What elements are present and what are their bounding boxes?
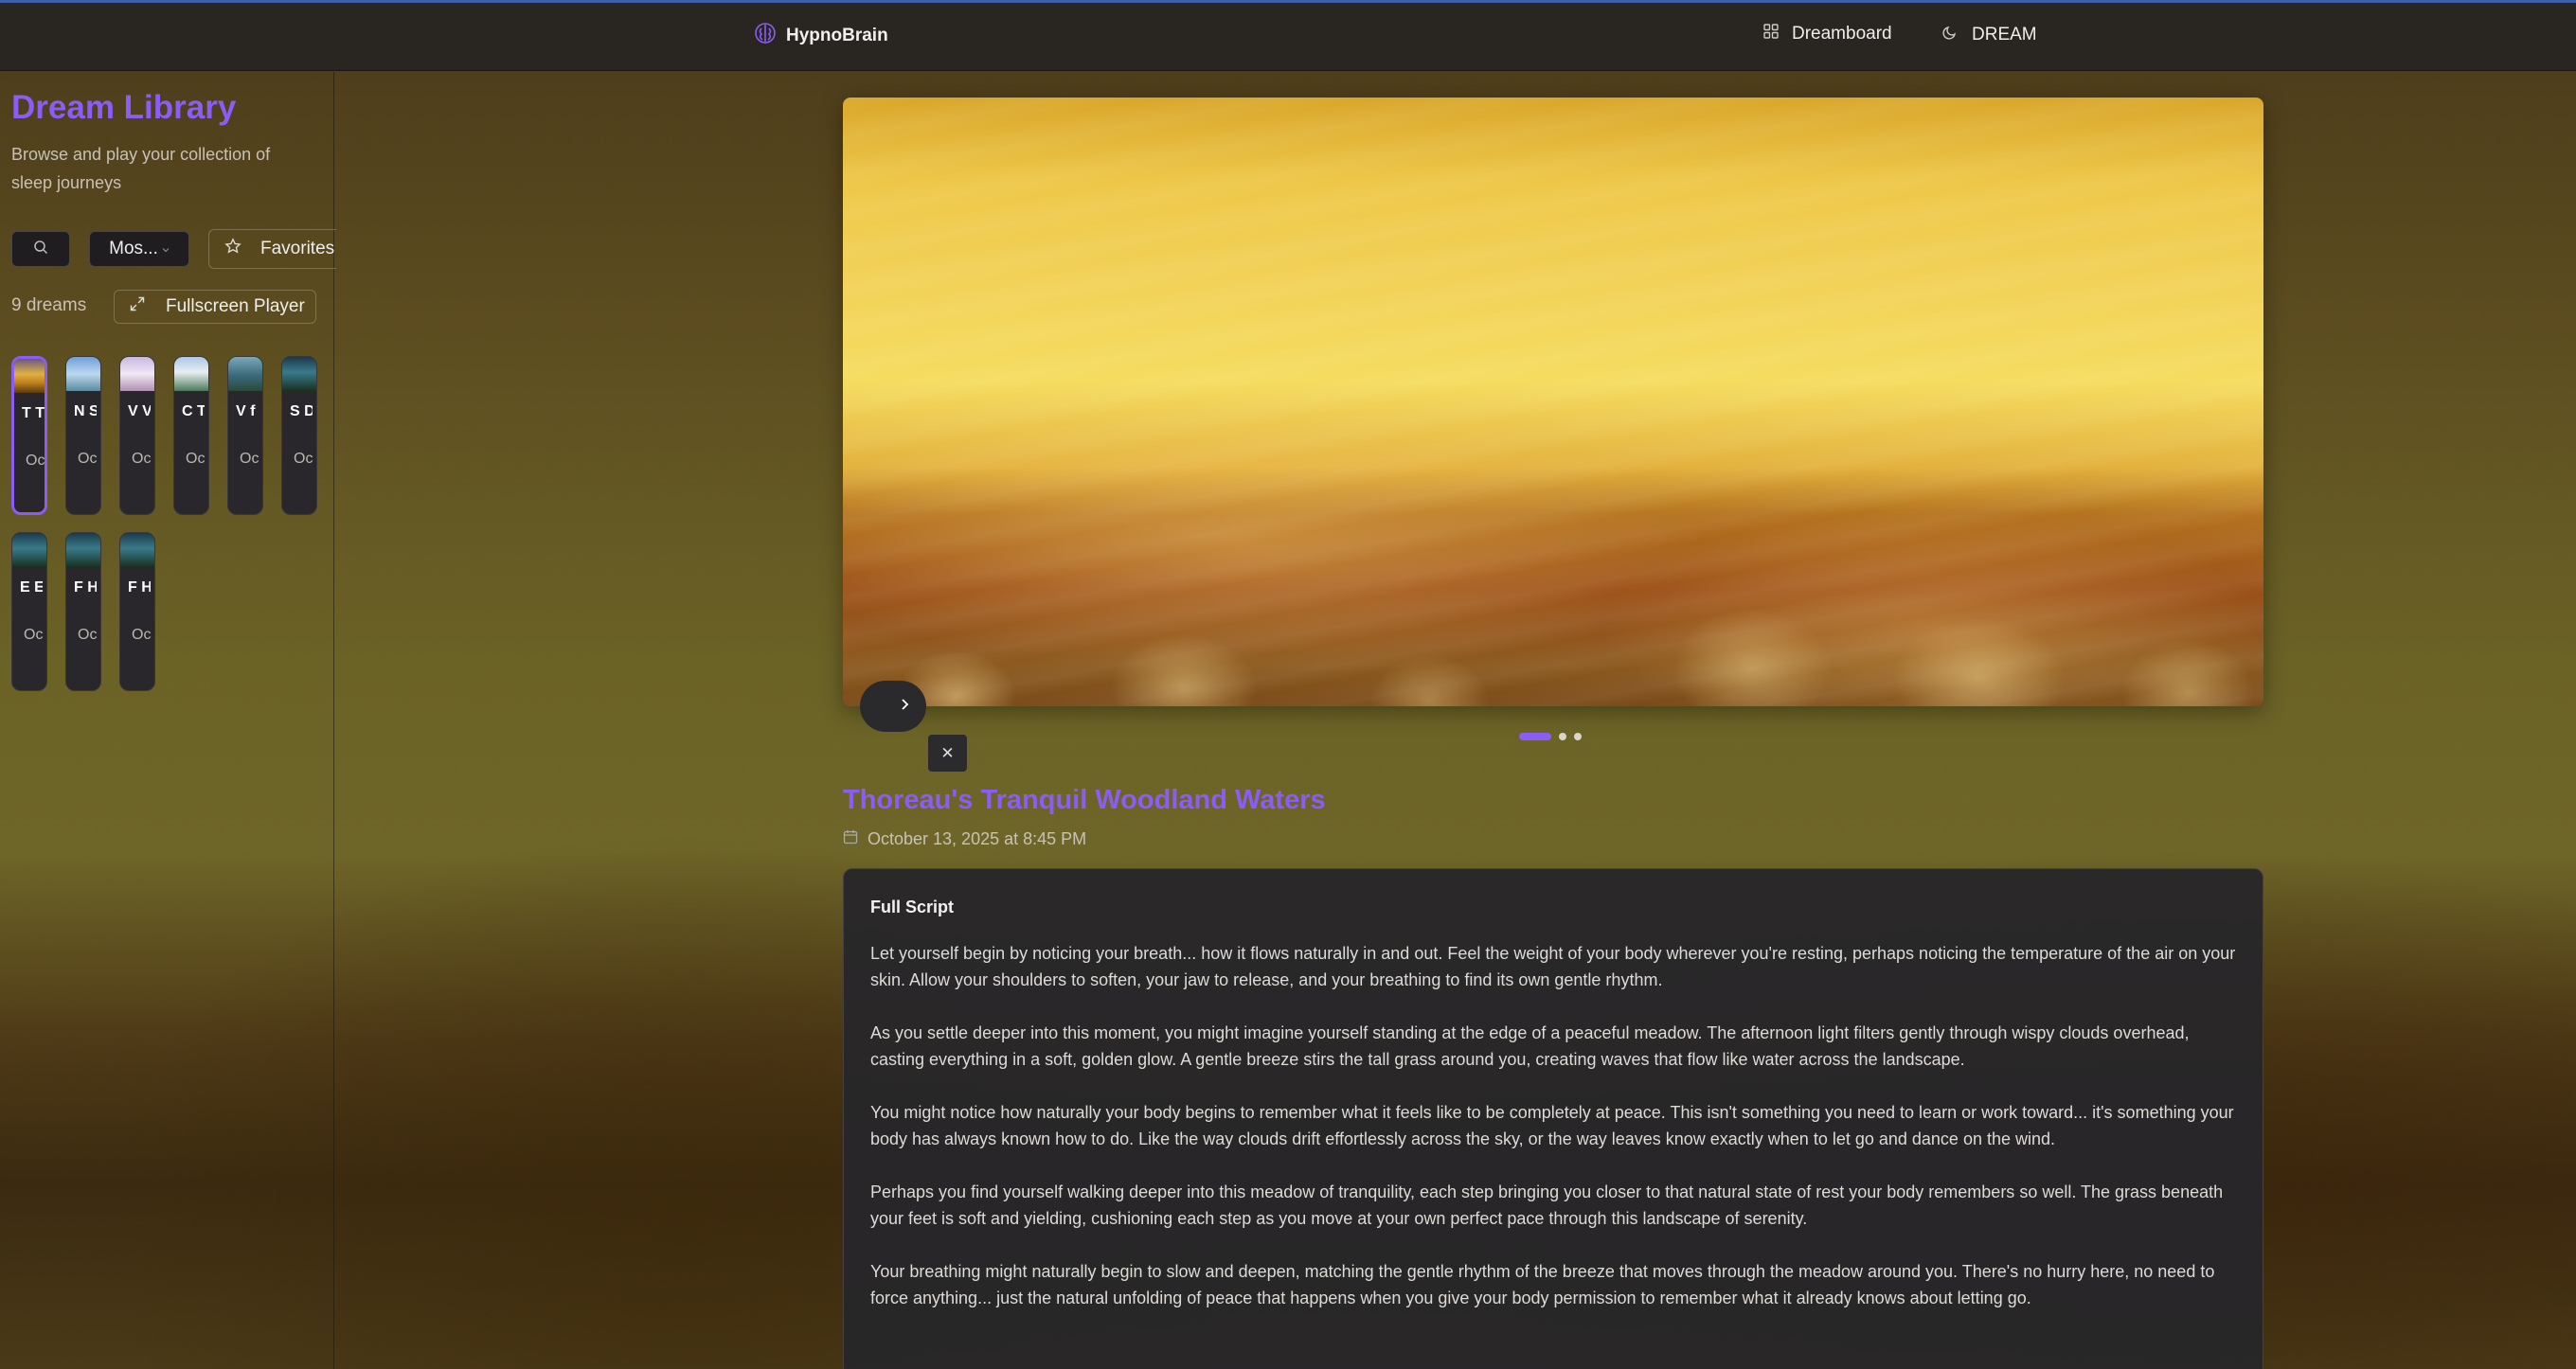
brand-name: HypnoBrain — [786, 25, 888, 45]
dream-library-sidebar: Dream Library Browse and play your colle… — [0, 72, 336, 1369]
sort-select[interactable]: Mos... — [89, 231, 189, 267]
nav-dream[interactable]: DREAM — [1941, 24, 2037, 46]
script-paragraph: Perhaps you find yourself walking deeper… — [870, 1182, 2224, 1228]
search-button[interactable] — [11, 231, 70, 267]
nav-dreamboard[interactable]: Dreamboard — [1763, 24, 1892, 44]
carousel-dot[interactable] — [1574, 733, 1582, 740]
dream-date: October 13, 2025 at 8:45 PM — [843, 829, 1086, 849]
dream-image-carousel[interactable] — [843, 98, 2263, 706]
library-title: Dream Library — [11, 89, 237, 126]
dream-card[interactable]: V f Oc 13 20 — [227, 356, 263, 515]
dream-date-text: October 13, 2025 at 8:45 PM — [868, 829, 1087, 848]
dream-card-date: Oc 13 20 — [294, 451, 316, 467]
dream-card-date: Oc 13 20 — [24, 627, 46, 643]
brand-logo[interactable]: HypnoBrain — [754, 22, 888, 49]
dream-card-title: C T — [182, 403, 205, 419]
script-paragraph: Let yourself begin by noticing your brea… — [870, 944, 2236, 989]
dream-card[interactable]: V V Oc 13 20 — [119, 356, 155, 515]
dream-card-title: E E — [20, 579, 43, 596]
carousel-indicators — [1519, 733, 1582, 740]
chevron-down-icon — [162, 239, 170, 259]
script-paragraph: You might notice how naturally your body… — [870, 1103, 2234, 1148]
expand-icon — [130, 296, 145, 317]
dream-card-date: Oc 13 20 — [132, 451, 154, 467]
dream-card-thumbnail — [12, 533, 46, 567]
script-paragraphs: Let yourself begin by noticing your brea… — [870, 940, 2236, 1311]
favorites-filter-button[interactable]: Favorites — [208, 229, 336, 269]
favorites-label: Favorites — [260, 239, 335, 258]
nav-dreamboard-label: Dreamboard — [1792, 24, 1892, 44]
carousel-next-button[interactable] — [860, 681, 926, 732]
library-subtitle: Browse and play your collection of sleep… — [11, 145, 271, 192]
dream-card[interactable]: E E Oc 13 20 — [11, 532, 47, 691]
calendar-icon — [843, 829, 858, 849]
dream-card[interactable]: F H Oc 13 20 — [119, 532, 155, 691]
search-icon — [33, 240, 48, 259]
dream-card-title: N S — [74, 403, 97, 419]
dream-card-date: Oc 13 20 — [240, 451, 262, 467]
dream-card-thumbnail — [120, 533, 154, 567]
dream-card-thumbnail — [66, 357, 100, 391]
dream-card-date: Oc 13 20 — [78, 627, 100, 643]
star-icon — [224, 238, 242, 260]
dream-card-title: F H — [128, 579, 151, 596]
top-navigation-bar: HypnoBrain Dreamboard DREAM — [0, 3, 2576, 71]
nav-dream-label: DREAM — [1972, 25, 2037, 44]
dream-card-title: T T — [22, 405, 45, 421]
dream-card[interactable]: C T Oc 13 20 — [173, 356, 209, 515]
script-paragraph: Your breathing might naturally begin to … — [870, 1262, 2215, 1307]
dream-card[interactable]: S D Oc 13 20 — [281, 356, 317, 515]
dream-card-title: S D — [290, 403, 313, 419]
dream-card-title: F H — [74, 579, 97, 596]
fullscreen-player-label: Fullscreen Player — [166, 296, 305, 316]
chevron-right-icon — [896, 696, 913, 718]
full-script-panel: Full Script Let yourself begin by notici… — [843, 868, 2263, 1369]
close-button[interactable]: ✕ — [928, 735, 967, 772]
script-heading: Full Script — [870, 898, 955, 916]
dream-card-title: V f — [236, 403, 256, 419]
dream-card[interactable]: F H Oc 13 20 — [65, 532, 101, 691]
fullscreen-player-button[interactable]: Fullscreen Player — [114, 290, 316, 324]
dream-card-thumbnail — [282, 357, 316, 391]
dream-count: 9 dreams — [11, 295, 87, 315]
dream-card-date: Oc 13 20 — [26, 453, 45, 469]
script-paragraph: As you settle deeper into this moment, y… — [870, 1023, 2190, 1069]
dream-card-date: Oc 13 20 — [78, 451, 100, 467]
dream-card[interactable]: N S Oc 13 20 — [65, 356, 101, 515]
grid-icon — [1763, 24, 1779, 44]
close-icon: ✕ — [940, 743, 955, 762]
dream-card-thumbnail — [174, 357, 208, 391]
brain-icon — [754, 22, 777, 49]
dream-card-thumbnail — [14, 359, 45, 393]
carousel-dot[interactable] — [1559, 733, 1566, 740]
meadow-grass-foreground — [843, 526, 2263, 706]
dream-title: Thoreau's Tranquil Woodland Waters — [843, 785, 1326, 815]
dream-card[interactable]: T T Oc 13 20 — [11, 356, 47, 515]
dream-card-title: V V — [128, 403, 151, 419]
carousel-dot[interactable] — [1519, 733, 1551, 740]
dream-card-date: Oc 13 20 — [186, 451, 208, 467]
dream-card-thumbnail — [228, 357, 262, 391]
dream-card-thumbnail — [66, 533, 100, 567]
sort-select-value: Mos... — [109, 239, 158, 258]
moon-icon — [1941, 24, 1959, 46]
dream-card-thumbnail — [120, 357, 154, 391]
dream-card-date: Oc 13 20 — [132, 627, 154, 643]
